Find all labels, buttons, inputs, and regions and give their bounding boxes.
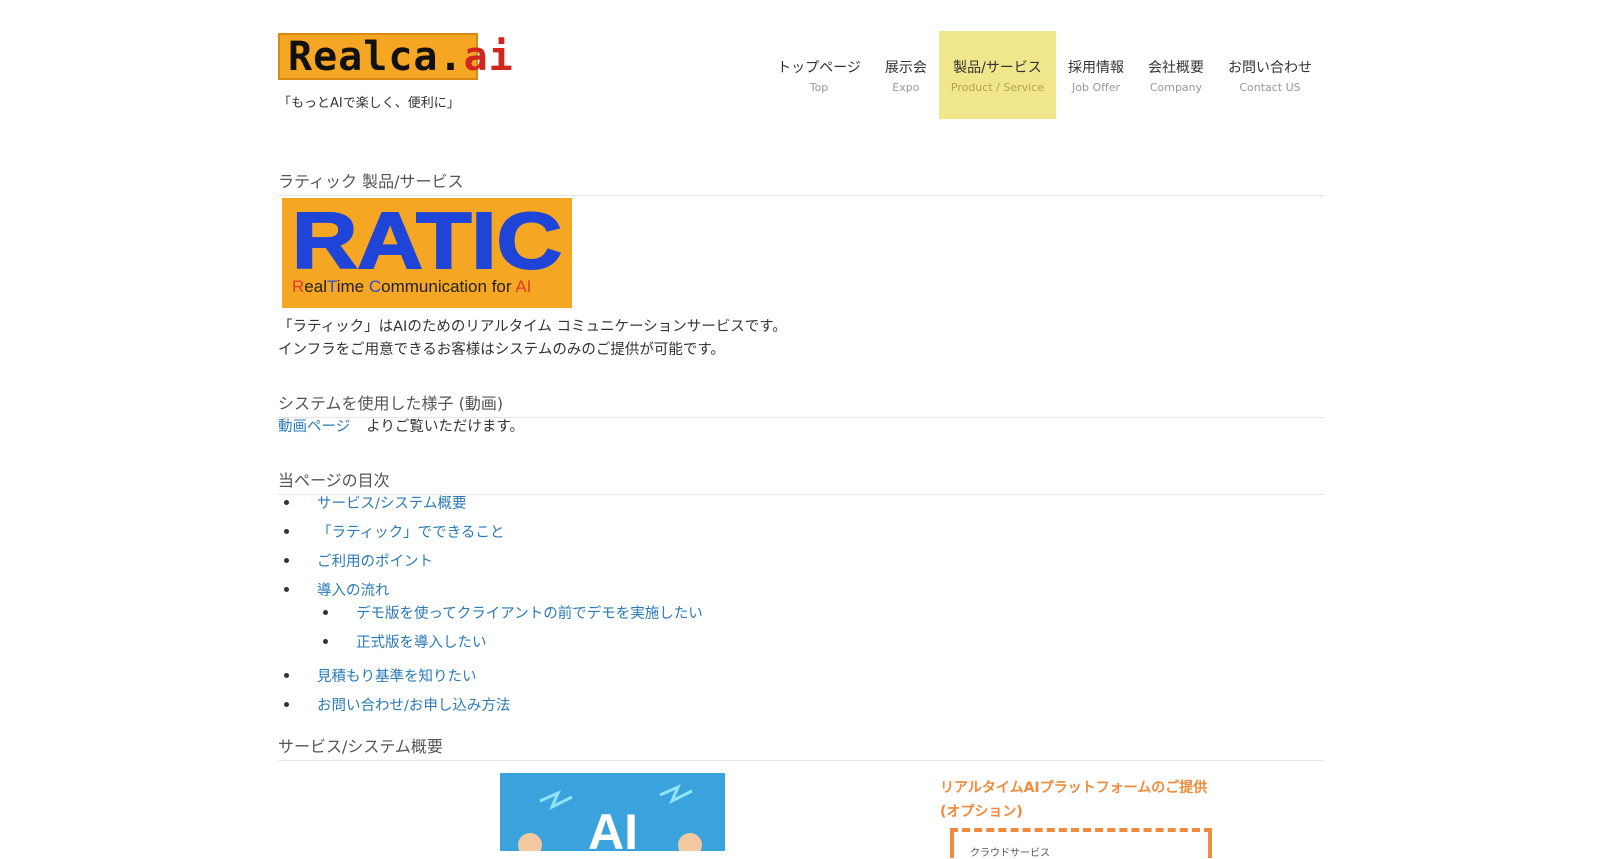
main-nav: トップページ Top 展示会 Expo 製品/サービス Product / Se… bbox=[765, 31, 1324, 119]
product-description-1: 「ラティック」はAIのためのリアルタイム コミュニケーションサービスです。 bbox=[278, 319, 787, 335]
toc-item: 「ラティック」でできること bbox=[278, 521, 504, 542]
section-title-overview: サービス/システム概要 bbox=[278, 733, 1324, 761]
toc-link[interactable]: 正式版を導入したい bbox=[356, 631, 487, 652]
cloud-service-box: クラウドサービス bbox=[950, 828, 1212, 859]
nav-label: お問い合わせ bbox=[1228, 59, 1312, 76]
nav-label: 採用情報 bbox=[1068, 59, 1124, 76]
ai-illustration-text: AI bbox=[588, 804, 638, 851]
toc-title: 当ページの目次 bbox=[278, 467, 1324, 495]
site-tagline: 「もっとAIで楽しく、便利に」 bbox=[278, 96, 460, 111]
video-page-link[interactable]: 動画ページ bbox=[278, 419, 350, 435]
nav-item-company[interactable]: 会社概要 Company bbox=[1136, 31, 1216, 119]
toc-subitem: デモ版を使ってクライアントの前でデモを実施したい bbox=[317, 602, 703, 623]
toc-link[interactable]: 「ラティック」でできること bbox=[317, 521, 504, 542]
ratic-logo-graphic: RATIC bbox=[291, 206, 563, 274]
toc-item: 導入の流れ bbox=[278, 579, 390, 600]
nav-sublabel: Top bbox=[809, 80, 829, 94]
toc-item: サービス/システム概要 bbox=[278, 492, 466, 513]
ai-illustration: AI bbox=[500, 773, 725, 851]
nav-sublabel: Job Offer bbox=[1072, 80, 1120, 94]
platform-title-line1: リアルタイムAIプラットフォームのご提供 bbox=[940, 780, 1208, 796]
page-container: Realca. ai 「もっとAIで楽しく、便利に」 トップページ Top 展示会… bbox=[278, 0, 1324, 859]
section-title-product: ラティック 製品/サービス bbox=[278, 168, 1324, 196]
nav-item-top[interactable]: トップページ Top bbox=[765, 31, 873, 119]
nav-sublabel: Product / Service bbox=[950, 80, 1044, 94]
toc-link[interactable]: デモ版を使ってクライアントの前でデモを実施したい bbox=[356, 602, 703, 623]
nav-sublabel: Company bbox=[1149, 80, 1203, 94]
nav-item-expo[interactable]: 展示会 Expo bbox=[873, 31, 939, 119]
cloud-service-label: クラウドサービス bbox=[970, 848, 1050, 859]
product-description-2: インフラをご用意できるお客様はシステムのみのご提供が可能です。 bbox=[278, 342, 725, 358]
video-text: 動画ページ よりご覧いただけます。 bbox=[278, 416, 524, 439]
video-text-rest: よりご覧いただけます。 bbox=[366, 419, 524, 435]
toc-link[interactable]: ご利用のポイント bbox=[317, 550, 433, 571]
section-title-video: システムを使用した様子 (動画) bbox=[278, 390, 1324, 418]
platform-title-line2: (オプション) bbox=[940, 804, 1023, 820]
nav-label: 展示会 bbox=[884, 59, 927, 76]
nav-item-contact[interactable]: お問い合わせ Contact US bbox=[1216, 31, 1324, 119]
nav-item-product-service[interactable]: 製品/サービス Product / Service bbox=[938, 31, 1056, 119]
toc-link[interactable]: お問い合わせ/お申し込み方法 bbox=[317, 694, 510, 715]
toc-link[interactable]: 導入の流れ bbox=[317, 579, 390, 600]
ratic-banner: RATIC RealTime Communication for AI bbox=[282, 198, 572, 308]
toc-link[interactable]: サービス/システム概要 bbox=[317, 492, 466, 513]
nav-label: 会社概要 bbox=[1148, 59, 1204, 76]
logo-accent: ai bbox=[463, 33, 514, 80]
toc-subitem: 正式版を導入したい bbox=[317, 631, 487, 652]
logo-text: Realca. bbox=[288, 33, 464, 80]
toc-item: お問い合わせ/お申し込み方法 bbox=[278, 694, 510, 715]
site-logo[interactable]: Realca. ai bbox=[278, 33, 513, 80]
toc-item: 見積もり基準を知りたい bbox=[278, 665, 477, 686]
nav-label: 製品/サービス bbox=[953, 59, 1042, 76]
nav-label: トップページ bbox=[777, 59, 861, 76]
nav-item-job-offer[interactable]: 採用情報 Job Offer bbox=[1056, 31, 1136, 119]
toc-item: ご利用のポイント bbox=[278, 550, 433, 571]
ratic-big-text: RATIC bbox=[292, 206, 562, 274]
ratic-subtitle: RealTime Communication for AI bbox=[292, 277, 532, 296]
nav-sublabel: Contact US bbox=[1239, 80, 1301, 94]
toc-link[interactable]: 見積もり基準を知りたい bbox=[317, 665, 477, 686]
nav-sublabel: Expo bbox=[892, 80, 920, 94]
platform-title: リアルタイムAIプラットフォームのご提供 (オプション) bbox=[940, 776, 1207, 824]
